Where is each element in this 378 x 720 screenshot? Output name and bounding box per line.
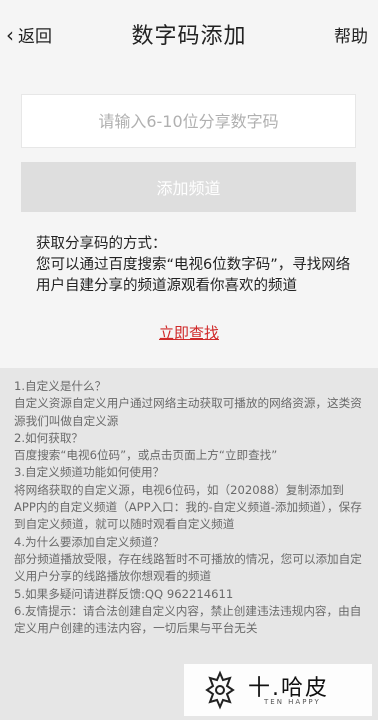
faq-notice: 6.友情提示：请合法创建自定义内容，禁止创建违法违规内容，由自定义用户创建的违法… <box>14 603 362 636</box>
faq-question: 4.为什么要添加自定义频道？ <box>14 534 165 549</box>
share-code-input[interactable] <box>21 94 356 148</box>
watermark-subtitle: TEN HAPPY <box>264 698 321 706</box>
faq-answer: 部分频道播放受限，存在线路暂时不可播放的情况，您可以添加自定义用户分享的线路播放… <box>14 551 362 584</box>
howto-body: 您可以通过百度搜索“电视6位数字码”，寻找网络用户自建分享的频道源观看你喜欢的频… <box>36 257 351 294</box>
help-button[interactable]: 帮助 <box>334 22 368 47</box>
faq-question: 3.自定义频道功能如何使用？ <box>14 465 165 480</box>
lookup-now-link[interactable]: 立即查找 <box>0 322 378 343</box>
faq-question: 1.自定义是什么？ <box>14 379 107 393</box>
add-channel-button[interactable]: 添加频道 <box>21 162 356 212</box>
faq-answer: 将网络获取的自定义源，电视6位码，如（202088）复制添加到APP内的自定义频… <box>14 482 362 532</box>
watermark: 十.哈皮 TEN HAPPY <box>184 664 372 716</box>
howto-section: 获取分享码的方式： 您可以通过百度搜索“电视6位数字码”，寻找网络用户自建分享的… <box>36 234 354 297</box>
page-title: 数字码添加 <box>131 24 247 49</box>
faq-feedback: 5.如果多疑问请进群反馈:QQ 962214611 <box>14 586 234 601</box>
faq-answer: 百度搜索“电视6位码”，或点击页面上方“立即查找” <box>14 448 278 463</box>
faq-question: 2.如何获取？ <box>14 430 84 445</box>
crown-logo-icon <box>205 670 235 710</box>
app-header: ‹ 返回 数字码添加 帮助 <box>0 0 378 68</box>
faq-answer: 自定义资源自定义用户通过网络主动获取可播放的网络资源，这类资源我们叫做自定义源 <box>14 396 362 428</box>
howto-heading: 获取分享码的方式： <box>36 236 167 252</box>
